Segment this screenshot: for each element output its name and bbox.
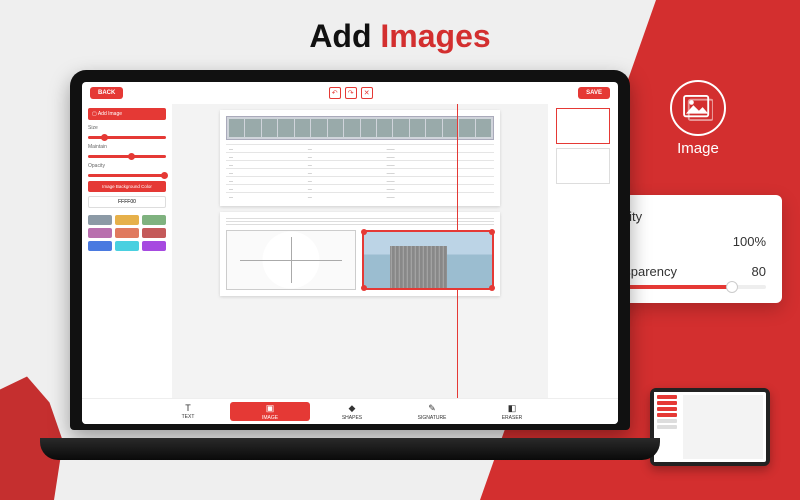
thumbnail-2[interactable] <box>556 148 610 184</box>
tool-eraser[interactable]: ◧ERASER <box>472 399 552 424</box>
marketing-stage: Add Images Image Opacity ▦ 100% Transpar… <box>0 0 800 500</box>
size-label: Size <box>88 124 166 132</box>
opacity-slider[interactable] <box>88 174 166 177</box>
swatch[interactable] <box>142 228 166 238</box>
swatch[interactable] <box>88 228 112 238</box>
tool-text[interactable]: TTEXT <box>148 399 228 424</box>
size-slider[interactable] <box>88 136 166 139</box>
delete-icon[interactable]: ✕ <box>361 87 373 99</box>
topbar: BACK ↶ ↷ ✕ SAVE <box>82 82 618 104</box>
resize-handle[interactable] <box>361 285 367 291</box>
mini-screenshot <box>650 388 770 466</box>
redo-icon[interactable]: ↷ <box>345 87 357 99</box>
sidebar-opacity-label: Opacity <box>88 162 166 170</box>
swatch[interactable] <box>115 241 139 251</box>
image-badge-label: Image <box>670 140 726 157</box>
app-screen: BACK ↶ ↷ ✕ SAVE ▢ Add Image Size Maintai… <box>82 82 618 424</box>
image-badge: Image <box>670 80 726 157</box>
bottom-toolbar: TTEXT ▣IMAGE ◆SHAPES ✎SIGNATURE ◧ERASER <box>82 398 618 424</box>
swatch[interactable] <box>115 228 139 238</box>
back-button[interactable]: BACK <box>90 87 123 99</box>
thumbnail-1[interactable] <box>556 108 610 144</box>
laptop-mockup: BACK ↶ ↷ ✕ SAVE ▢ Add Image Size Maintai… <box>70 70 630 450</box>
headline: Add Images <box>0 18 800 55</box>
opacity-value: 100% <box>733 234 766 249</box>
swatch[interactable] <box>142 215 166 225</box>
doc-page-2[interactable] <box>220 212 500 296</box>
swatch[interactable] <box>88 241 112 251</box>
tool-shapes[interactable]: ◆SHAPES <box>312 399 392 424</box>
page-thumbnails <box>548 104 618 398</box>
tool-image[interactable]: ▣IMAGE <box>230 402 310 421</box>
document-canvas[interactable]: ———————————————————————————— <box>172 104 548 398</box>
maintain-slider[interactable] <box>88 155 166 158</box>
undo-icon[interactable]: ↶ <box>329 87 341 99</box>
swatch[interactable] <box>115 215 139 225</box>
resize-handle[interactable] <box>361 229 367 235</box>
resize-handle[interactable] <box>489 285 495 291</box>
transparency-value: 80 <box>752 264 766 279</box>
add-image-button[interactable]: ▢ Add Image <box>88 108 166 120</box>
laptop-base <box>40 438 660 460</box>
image-badge-icon <box>670 80 726 136</box>
swatch[interactable] <box>88 215 112 225</box>
headline-accent: Images <box>380 18 490 54</box>
maintain-label: Maintain <box>88 143 166 151</box>
top-toolbar: ↶ ↷ ✕ <box>329 87 373 99</box>
inserted-image-selected[interactable] <box>362 230 494 290</box>
headline-prefix: Add <box>309 18 380 54</box>
swatch[interactable] <box>142 241 166 251</box>
doc-page-1[interactable]: ———————————————————————————— <box>220 110 500 206</box>
save-button[interactable]: SAVE <box>578 87 610 99</box>
bg-color-button[interactable]: Image Background Color <box>88 181 166 192</box>
tool-signature[interactable]: ✎SIGNATURE <box>392 399 472 424</box>
hex-input[interactable]: FFFF00 <box>88 196 166 208</box>
left-sidebar: ▢ Add Image Size Maintain Opacity Image … <box>82 104 172 398</box>
color-swatches <box>88 215 166 251</box>
technical-diagram <box>226 230 356 290</box>
resize-handle[interactable] <box>489 229 495 235</box>
